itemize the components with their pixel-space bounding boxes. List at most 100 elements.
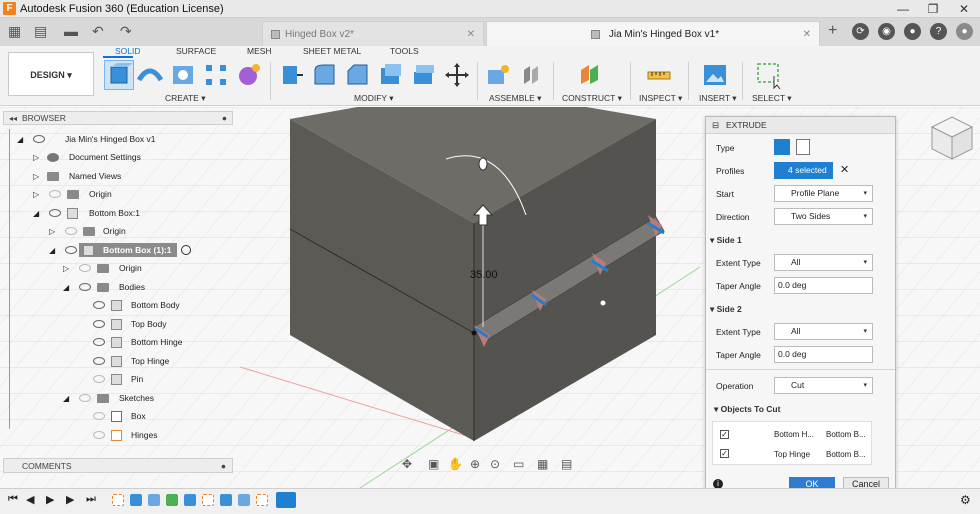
previous-step-icon[interactable]: ◀: [26, 493, 34, 506]
job-status-icon[interactable]: ◉: [878, 23, 895, 40]
create-menu[interactable]: CREATE ▾: [165, 93, 205, 104]
play-icon[interactable]: ▶: [46, 493, 54, 506]
zoom-icon[interactable]: ⊕: [470, 457, 480, 471]
type-thin-button[interactable]: [796, 139, 810, 155]
insert-menu[interactable]: INSERT ▾: [699, 93, 737, 104]
save-icon[interactable]: ▬: [64, 23, 78, 39]
dimension-value[interactable]: 35.00: [470, 269, 498, 281]
orbit-icon[interactable]: ✥: [402, 457, 412, 471]
pin-icon[interactable]: ●: [222, 112, 227, 125]
side-1-extent-select[interactable]: All ▾: [774, 254, 873, 271]
object-checkbox[interactable]: ✓: [720, 449, 729, 458]
restore-button[interactable]: ❐: [918, 0, 948, 18]
tab-surface[interactable]: SURFACE: [176, 46, 216, 56]
timeline-sketch-icon[interactable]: [202, 494, 214, 506]
timeline-extrude-icon[interactable]: [238, 494, 250, 506]
collapsed-icon[interactable]: ▷: [33, 172, 39, 181]
insert-image-tool[interactable]: [702, 62, 726, 86]
hole-tool[interactable]: [170, 62, 194, 86]
tab-tools[interactable]: TOOLS: [390, 46, 419, 56]
visibility-icon[interactable]: [79, 394, 91, 402]
measure-tool[interactable]: [646, 62, 671, 86]
visibility-icon[interactable]: [33, 135, 45, 143]
avatar[interactable]: ●: [956, 23, 973, 40]
new-component-tool[interactable]: [485, 62, 509, 86]
collapsed-icon[interactable]: ▷: [49, 227, 55, 236]
collapse-icon[interactable]: ◂◂: [9, 112, 17, 125]
browser-header[interactable]: ◂◂ BROWSER ●: [3, 111, 233, 125]
look-at-icon[interactable]: ▣: [428, 457, 439, 471]
visibility-icon[interactable]: [65, 227, 77, 235]
select-tool[interactable]: [756, 62, 781, 90]
assemble-menu[interactable]: ASSEMBLE ▾: [489, 93, 541, 104]
next-step-icon[interactable]: ▶: [66, 493, 74, 506]
file-icon[interactable]: ▤: [34, 23, 47, 40]
new-tab-icon[interactable]: +: [828, 22, 837, 40]
help-icon[interactable]: ?: [930, 23, 947, 40]
operation-select[interactable]: Cut ▾: [774, 377, 873, 394]
extrude-tool[interactable]: [104, 60, 134, 90]
visibility-icon[interactable]: [65, 246, 77, 254]
undo-icon[interactable]: ↶: [92, 23, 104, 40]
close-button[interactable]: ✕: [949, 0, 979, 18]
comments-panel[interactable]: COMMENTS ●: [3, 458, 233, 473]
combine-tool[interactable]: [411, 62, 435, 86]
select-menu[interactable]: SELECT ▾: [752, 93, 792, 104]
modify-menu[interactable]: MODIFY ▾: [354, 93, 394, 104]
tab-solid[interactable]: SOLID: [115, 46, 141, 56]
visibility-icon[interactable]: [93, 431, 105, 439]
visibility-icon[interactable]: [49, 190, 61, 198]
grid-icon[interactable]: ▦: [8, 23, 21, 40]
grid-settings-icon[interactable]: ▦: [537, 457, 548, 471]
timeline-settings-icon[interactable]: ⚙: [960, 493, 971, 507]
activate-icon[interactable]: [181, 245, 191, 255]
fillet-tool[interactable]: [312, 62, 336, 86]
expanded-icon[interactable]: ◢: [49, 246, 55, 255]
joint-tool[interactable]: [518, 62, 542, 86]
notifications-icon[interactable]: ●: [904, 23, 921, 40]
side-2-taper-input[interactable]: 0.0 deg: [774, 346, 873, 363]
expanded-icon[interactable]: ◢: [63, 394, 69, 403]
revolve-tool[interactable]: [136, 62, 164, 86]
pivot-point[interactable]: [600, 300, 606, 306]
tree-item-bottom-box-1[interactable]: ◢ Bottom Box (1):1: [13, 242, 193, 260]
add-comment-icon[interactable]: ●: [221, 459, 226, 473]
side-1-taper-input[interactable]: 0.0 deg: [774, 277, 873, 294]
viewports-icon[interactable]: ▤: [561, 457, 572, 471]
visibility-icon[interactable]: [93, 338, 105, 346]
side-2-section[interactable]: ▾ Side 2: [710, 304, 742, 315]
visibility-icon[interactable]: [79, 264, 91, 272]
expanded-icon[interactable]: ◢: [63, 283, 69, 292]
collapsed-icon[interactable]: ▷: [63, 264, 69, 273]
move-tool[interactable]: [444, 62, 469, 87]
chamfer-tool[interactable]: [345, 62, 369, 86]
timeline-sketch-icon[interactable]: [256, 494, 268, 506]
visibility-icon[interactable]: [93, 320, 105, 328]
visibility-icon[interactable]: [49, 209, 61, 217]
construct-menu[interactable]: CONSTRUCT ▾: [562, 93, 622, 104]
tab-hinged-box-v2[interactable]: Hinged Box v2* ✕: [262, 21, 484, 46]
redo-icon[interactable]: ↷: [120, 23, 132, 40]
tab-jia-min-hinged-box[interactable]: Jia Min's Hinged Box v1* ✕: [486, 21, 820, 46]
side-1-section[interactable]: ▾ Side 1: [710, 235, 742, 246]
expanded-icon[interactable]: ◢: [33, 209, 39, 218]
timeline-extrude-icon[interactable]: [130, 494, 142, 506]
tab-mesh[interactable]: MESH: [247, 46, 272, 56]
object-checkbox[interactable]: ✓: [720, 430, 729, 439]
close-tab-icon[interactable]: ✕: [803, 22, 811, 47]
direction-select[interactable]: Two Sides ▾: [774, 208, 873, 225]
minimize-button[interactable]: —: [888, 0, 918, 18]
rotation-handle[interactable]: [478, 157, 488, 171]
visibility-icon[interactable]: [93, 412, 105, 420]
extrude-header[interactable]: ⊟ EXTRUDE: [706, 117, 895, 134]
timeline-extrude-icon[interactable]: [184, 494, 196, 506]
collapsed-icon[interactable]: ▷: [33, 190, 39, 199]
visibility-icon[interactable]: [93, 301, 105, 309]
timeline-current-feature-icon[interactable]: [276, 492, 296, 508]
tab-sheet-metal[interactable]: SHEET METAL: [303, 46, 361, 56]
type-body-button[interactable]: [774, 139, 790, 155]
timeline-extrude-icon[interactable]: [220, 494, 232, 506]
timeline-extrude-icon[interactable]: [148, 494, 160, 506]
visibility-icon[interactable]: [93, 357, 105, 365]
inspect-menu[interactable]: INSPECT ▾: [639, 93, 682, 104]
